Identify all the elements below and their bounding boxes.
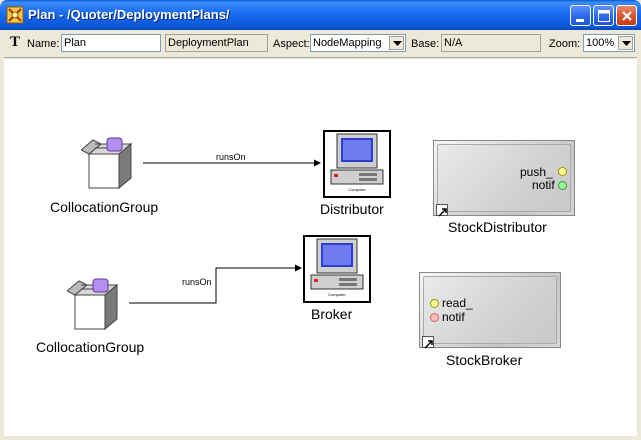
aspect-dropdown-button[interactable] — [389, 36, 404, 50]
node-label: Distributor — [320, 201, 384, 217]
base-field: N/A — [441, 34, 541, 52]
maximize-icon — [598, 10, 610, 22]
port-label: notif — [532, 178, 555, 192]
gme-app-icon[interactable] — [6, 6, 24, 24]
minimize-button[interactable] — [570, 5, 591, 26]
link-label: runsOn — [182, 277, 212, 287]
window-title: Plan - /Quoter/DeploymentPlans/ — [28, 7, 230, 22]
chevron-down-icon — [393, 41, 402, 46]
zoom-label: Zoom: — [549, 38, 581, 50]
node-label: Broker — [311, 306, 353, 322]
runs-on-connection[interactable] — [129, 264, 302, 304]
maximize-button[interactable] — [593, 5, 614, 26]
zoom-dropdown-button[interactable] — [618, 36, 633, 50]
chevron-down-icon — [622, 41, 631, 46]
port-icon[interactable] — [558, 181, 567, 190]
aspect-value: NodeMapping — [313, 37, 382, 49]
link-label: runsOn — [216, 152, 246, 162]
text-tool-icon[interactable]: T — [10, 34, 20, 51]
aspect-select[interactable]: NodeMapping — [310, 34, 406, 52]
shortcut-arrow-icon — [422, 336, 434, 349]
base-label: Base: — [411, 38, 440, 50]
minimize-icon — [576, 19, 584, 22]
node-computer-distributor[interactable]: Computer — [323, 130, 391, 198]
collocation-group-icon[interactable] — [67, 277, 125, 337]
port-icon[interactable] — [430, 313, 439, 322]
toolbar: T Name: Plan DeploymentPlan Aspect: Node… — [4, 30, 637, 58]
node-computer-broker[interactable]: Computer — [303, 235, 371, 303]
svg-text:Computer: Computer — [328, 292, 346, 297]
port-icon[interactable] — [558, 167, 567, 176]
shortcut-arrow-icon — [436, 204, 448, 217]
collocation-group-icon[interactable] — [81, 136, 139, 196]
port-label: push_ — [520, 165, 553, 179]
component-label: StockBroker — [446, 352, 523, 368]
computer-icon: Computer — [310, 238, 364, 297]
component-label: StockDistributor — [448, 219, 547, 235]
close-button[interactable] — [616, 5, 637, 26]
component-stock-broker[interactable]: read_ notif — [419, 272, 561, 349]
group-label: CollocationGroup — [50, 199, 159, 215]
aspect-label: Aspect: — [273, 38, 310, 50]
name-field[interactable]: Plan — [61, 34, 161, 52]
name-label: Name: — [27, 38, 60, 50]
component-stock-distributor[interactable]: push_ notif — [433, 140, 575, 217]
group-label: CollocationGroup — [36, 339, 145, 355]
close-icon — [622, 11, 632, 21]
model-canvas[interactable]: runsOn runsOn CollocationGroup Collocati… — [4, 59, 637, 436]
port-label: notif — [442, 310, 465, 324]
zoom-value: 100% — [586, 37, 615, 49]
port-label: read_ — [442, 296, 473, 310]
computer-icon: Computer — [330, 133, 384, 192]
plan-window: Plan - /Quoter/DeploymentPlans/ T Name: … — [0, 0, 641, 440]
svg-text:Computer: Computer — [348, 187, 366, 192]
title-bar[interactable]: Plan - /Quoter/DeploymentPlans/ — [0, 0, 641, 30]
port-icon[interactable] — [430, 299, 439, 308]
kind-field: DeploymentPlan — [165, 34, 268, 52]
zoom-select[interactable]: 100% — [583, 34, 635, 52]
